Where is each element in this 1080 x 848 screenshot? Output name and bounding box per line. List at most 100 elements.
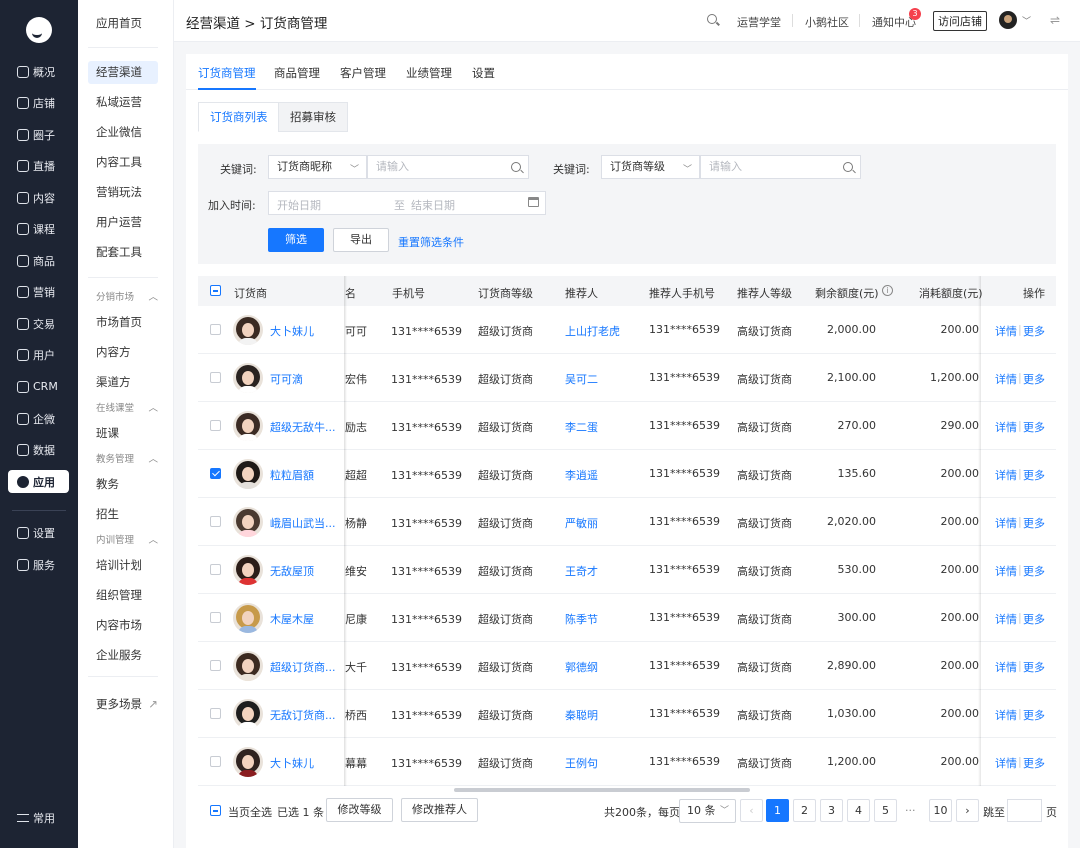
tab-distributor[interactable]: 订货商管理 (198, 65, 256, 90)
rail-item-overview[interactable]: 概况 (8, 60, 69, 83)
rail-item-apps[interactable]: 应用 (8, 470, 69, 493)
submenu-item[interactable]: 内容工具 (88, 151, 158, 174)
submenu-item[interactable]: 培训计划 (88, 554, 158, 577)
tab-products[interactable]: 商品管理 (274, 65, 320, 81)
detail-link[interactable]: 详情 (995, 707, 1017, 723)
search-icon[interactable] (707, 14, 717, 24)
submenu-item[interactable]: 经营渠道 (88, 61, 158, 84)
page-button[interactable]: 2 (793, 799, 816, 822)
referrer-link[interactable]: 上山打老虎 (565, 323, 620, 339)
tab-settings[interactable]: 设置 (472, 65, 495, 81)
submenu-item[interactable]: 招生 (88, 503, 158, 526)
more-link[interactable]: 更多 (1023, 419, 1045, 435)
submenu-item[interactable]: 内容市场 (88, 614, 158, 637)
referrer-link[interactable]: 李二蛋 (565, 419, 598, 435)
chevron-down-icon[interactable]: ﹀ (1022, 14, 1031, 27)
submenu-item[interactable]: 私域运营 (88, 91, 158, 114)
submenu-item[interactable]: 营销玩法 (88, 181, 158, 204)
detail-link[interactable]: 详情 (995, 467, 1017, 483)
more-link[interactable]: 更多 (1023, 659, 1045, 675)
detail-link[interactable]: 详情 (995, 563, 1017, 579)
referrer-link[interactable]: 秦聪明 (565, 707, 598, 723)
subtab-recruit-review[interactable]: 招募审核 (278, 102, 348, 132)
rail-item-wecom[interactable]: 企微 (8, 407, 69, 430)
row-checkbox[interactable] (210, 468, 221, 479)
distributor-name-link[interactable]: 无敌屋顶 (270, 563, 314, 579)
more-link[interactable]: 更多 (1023, 371, 1045, 387)
rail-item-user[interactable]: 用户 (8, 343, 69, 366)
visit-store-button[interactable]: 访问店铺 (933, 11, 987, 31)
referrer-link[interactable]: 严敏丽 (565, 515, 598, 531)
rail-item-service[interactable]: 服务 (8, 553, 69, 576)
more-link[interactable]: 更多 (1023, 467, 1045, 483)
user-avatar[interactable] (999, 11, 1017, 29)
row-checkbox[interactable] (210, 516, 221, 527)
row-checkbox[interactable] (210, 372, 221, 383)
rail-item-crm[interactable]: CRM (8, 375, 69, 398)
row-checkbox[interactable] (210, 564, 221, 575)
info-icon[interactable]: i (882, 285, 893, 296)
export-button[interactable]: 导出 (333, 228, 389, 252)
rail-item-data[interactable]: 数据 (8, 438, 69, 461)
rail-item-circle[interactable]: 圈子 (8, 123, 69, 146)
rail-item-settings[interactable]: 设置 (8, 521, 69, 544)
rail-item-content[interactable]: 内容 (8, 186, 69, 209)
distributor-name-link[interactable]: 可可滴 (270, 371, 303, 387)
more-link[interactable]: 更多 (1023, 563, 1045, 579)
search-icon[interactable] (843, 162, 853, 172)
select-page-checkbox[interactable] (210, 805, 221, 816)
modify-level-button[interactable]: 修改等级 (326, 798, 393, 822)
next-page-button[interactable]: › (956, 799, 979, 822)
link-community[interactable]: 小鹅社区 (805, 14, 849, 30)
tab-customers[interactable]: 客户管理 (340, 65, 386, 81)
detail-link[interactable]: 详情 (995, 419, 1017, 435)
keyword-input-2[interactable]: 请输入 (700, 155, 861, 179)
rail-item-live[interactable]: 直播 (8, 154, 69, 177)
subtab-list[interactable]: 订货商列表 (198, 102, 280, 132)
more-link[interactable]: 更多 (1023, 707, 1045, 723)
submenu-item[interactable]: 配套工具 (88, 241, 158, 264)
row-checkbox[interactable] (210, 660, 221, 671)
row-checkbox[interactable] (210, 708, 221, 719)
submenu-item[interactable]: 用户运营 (88, 211, 158, 234)
more-link[interactable]: 更多 (1023, 323, 1045, 339)
page-button-last[interactable]: 10 (929, 799, 952, 822)
keyword-input-1[interactable]: 请输入 (367, 155, 529, 179)
row-checkbox[interactable] (210, 420, 221, 431)
distributor-name-link[interactable]: 超级订货商... (270, 659, 336, 675)
detail-link[interactable]: 详情 (995, 755, 1017, 771)
rail-item-marketing[interactable]: 营销 (8, 280, 69, 303)
detail-link[interactable]: 详情 (995, 515, 1017, 531)
distributor-name-link[interactable]: 大卜妹儿 (270, 755, 314, 771)
page-button[interactable]: 5 (874, 799, 897, 822)
horizontal-scrollbar[interactable] (454, 788, 750, 792)
submenu-group-header[interactable]: 内训管理 ︿ (96, 532, 158, 546)
logo-icon[interactable] (26, 17, 52, 43)
rail-item-goods[interactable]: 商品 (8, 249, 69, 272)
search-icon[interactable] (511, 162, 521, 172)
submenu-group-header[interactable]: 教务管理 ︿ (96, 451, 158, 465)
submenu-item[interactable]: 渠道方 (88, 371, 158, 394)
more-link[interactable]: 更多 (1023, 611, 1045, 627)
referrer-link[interactable]: 王例句 (565, 755, 598, 771)
row-checkbox[interactable] (210, 612, 221, 623)
page-button[interactable]: 4 (847, 799, 870, 822)
row-checkbox[interactable] (210, 756, 221, 767)
referrer-link[interactable]: 李逍遥 (565, 467, 598, 483)
modify-referrer-button[interactable]: 修改推荐人 (401, 798, 478, 822)
detail-link[interactable]: 详情 (995, 323, 1017, 339)
distributor-name-link[interactable]: 粒粒眉額 (270, 467, 314, 483)
prev-page-button[interactable]: ‹ (740, 799, 763, 822)
distributor-name-link[interactable]: 木屋木屋 (270, 611, 314, 627)
submenu-item[interactable]: 班课 (88, 422, 158, 445)
detail-link[interactable]: 详情 (995, 371, 1017, 387)
submenu-item[interactable]: 教务 (88, 473, 158, 496)
page-button[interactable]: 3 (820, 799, 843, 822)
submenu-group-header[interactable]: 在线课堂 ︿ (96, 400, 158, 414)
detail-link[interactable]: 详情 (995, 611, 1017, 627)
detail-link[interactable]: 详情 (995, 659, 1017, 675)
submenu-item[interactable]: 组织管理 (88, 584, 158, 607)
submenu-item[interactable]: 内容方 (88, 341, 158, 364)
more-link[interactable]: 更多 (1023, 515, 1045, 531)
referrer-link[interactable]: 吴可二 (565, 371, 598, 387)
